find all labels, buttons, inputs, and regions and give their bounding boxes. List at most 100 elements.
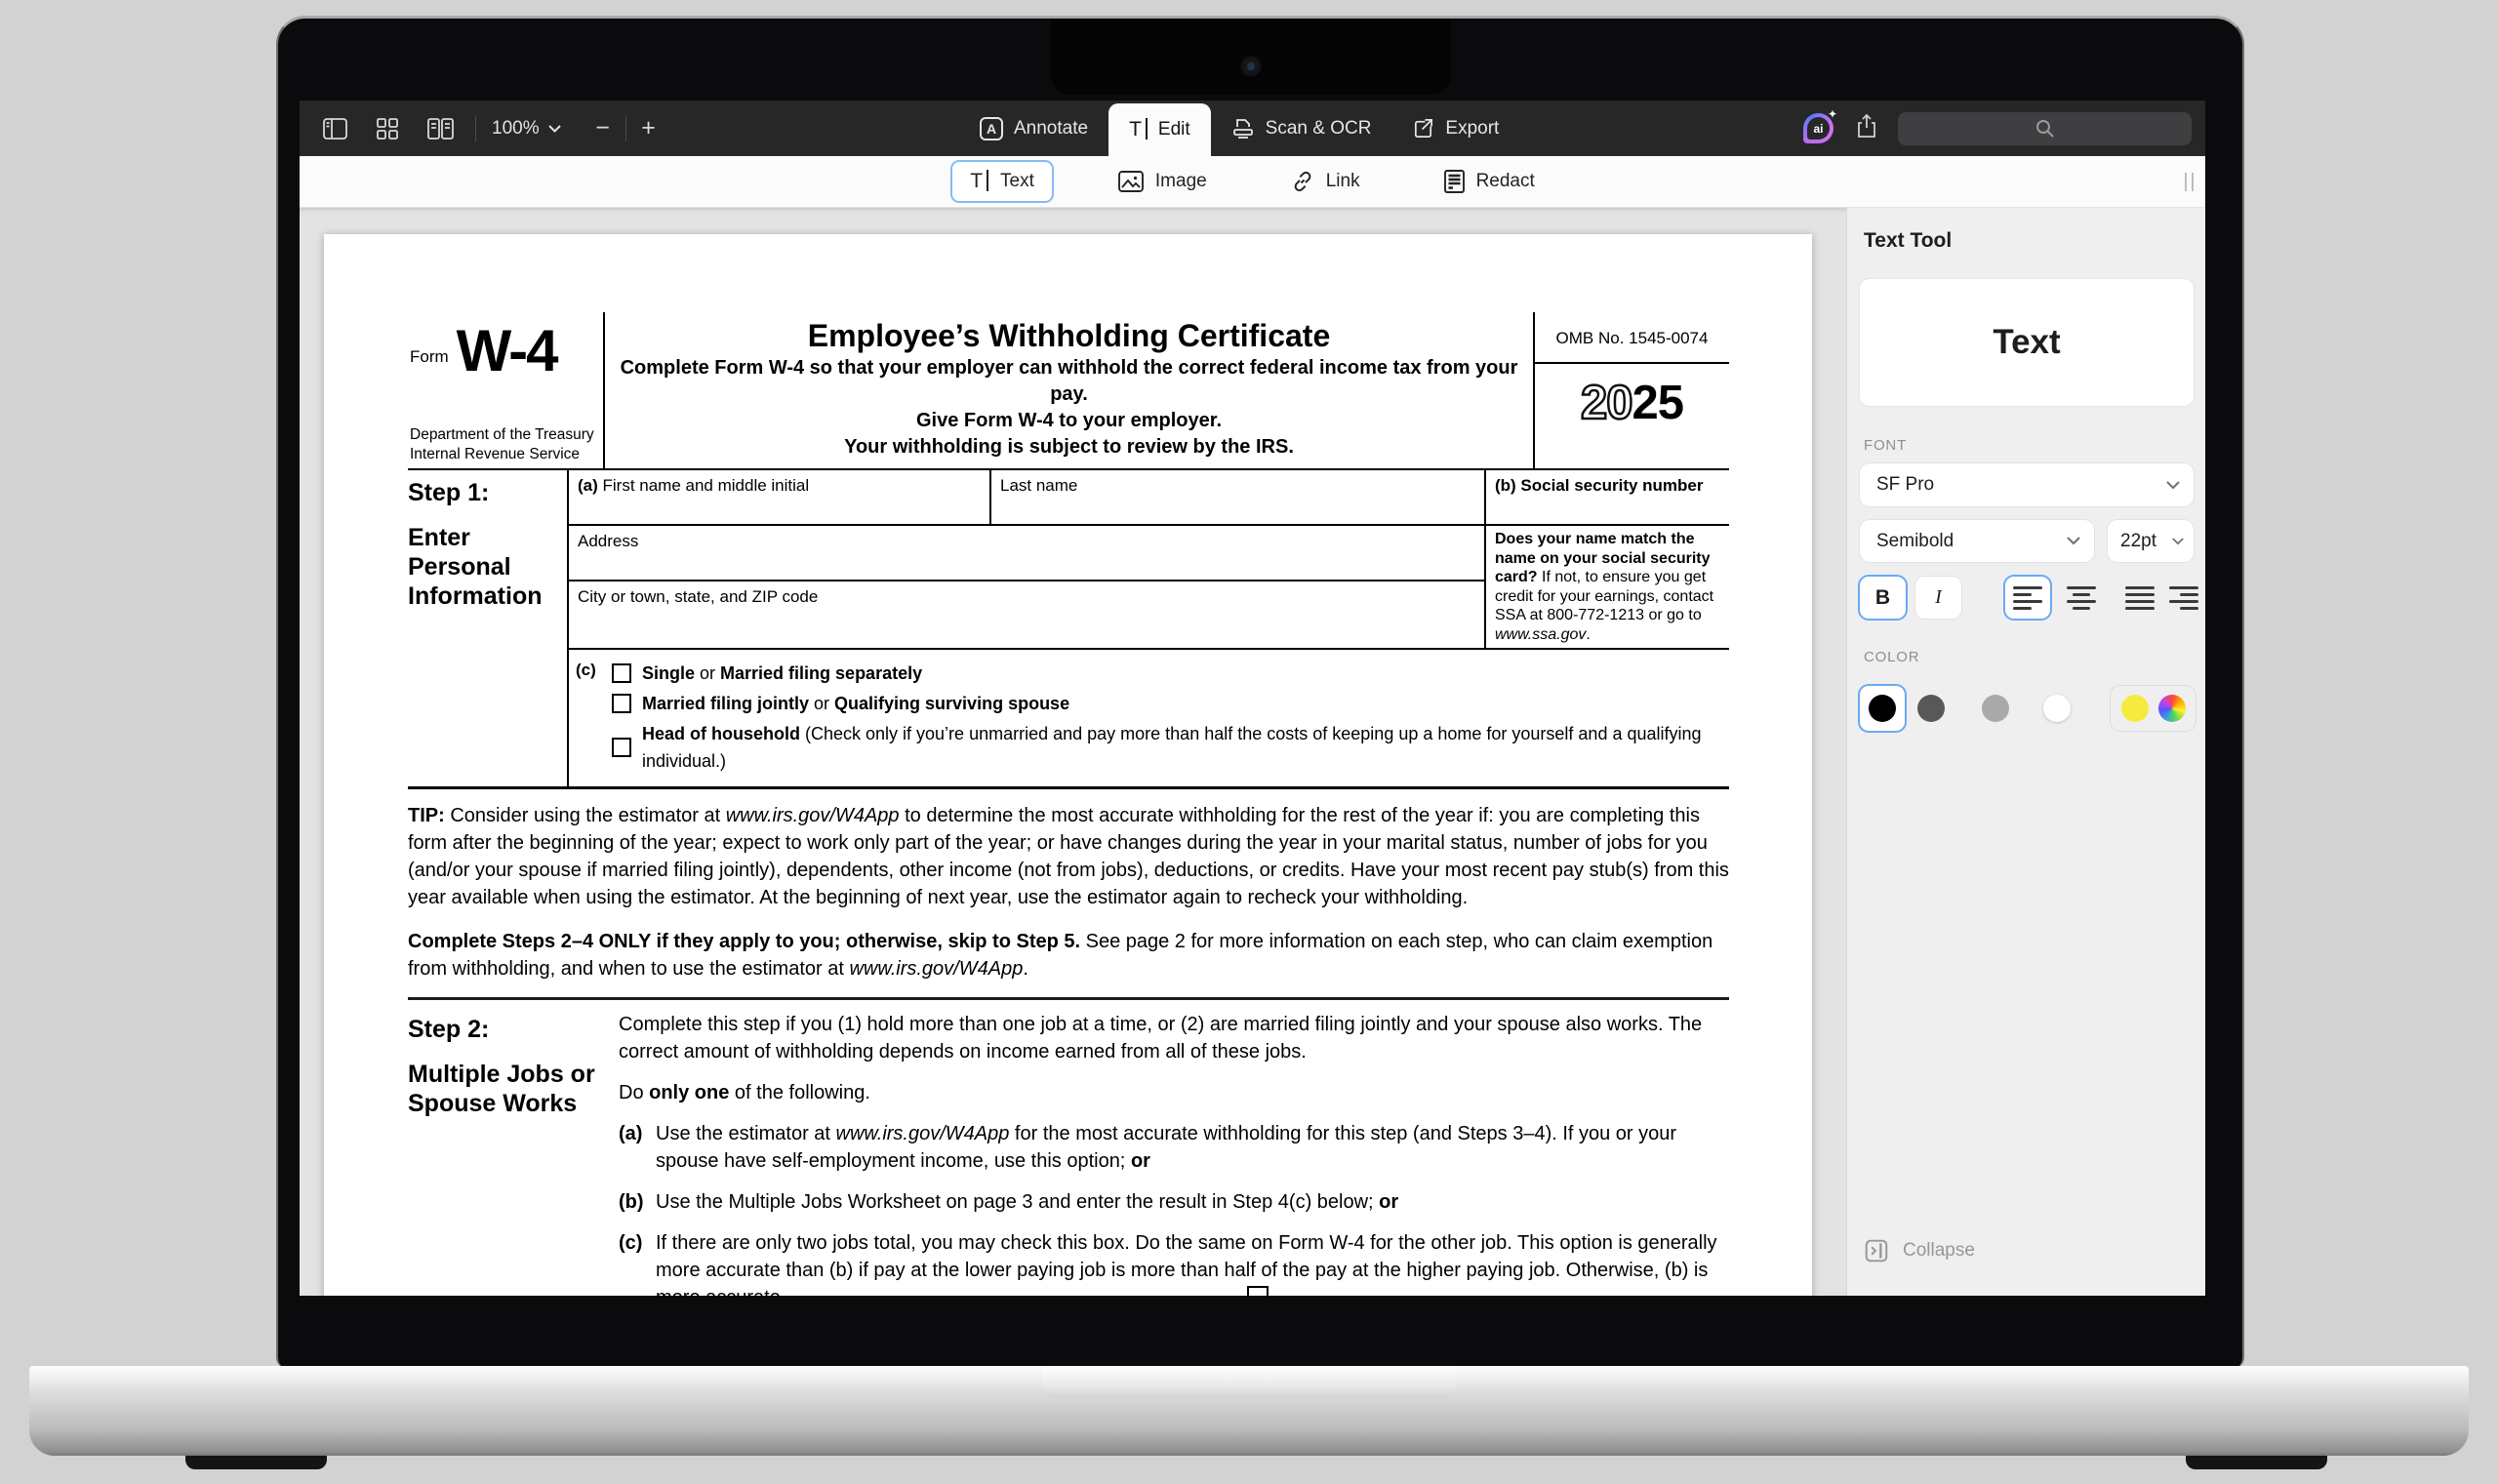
align-center-icon: [2067, 586, 2096, 610]
tab-annotate[interactable]: A Annotate: [959, 100, 1108, 156]
steps-2-4-note: Complete Steps 2–4 ONLY if they apply to…: [408, 928, 1729, 983]
zoom-out-button[interactable]: −: [586, 114, 620, 142]
reading-view-icon[interactable]: [421, 109, 460, 148]
zoom-in-button[interactable]: +: [632, 114, 665, 142]
address-field[interactable]: Address: [569, 526, 1484, 582]
form-word: Form: [410, 343, 449, 377]
collapse-icon: [1864, 1238, 1889, 1263]
color-swatch-white[interactable]: [2043, 695, 2071, 722]
color-swatch-black-selected[interactable]: [1860, 686, 1905, 731]
w4-form: Form W-4 Department of the Treasury Inte…: [408, 312, 1729, 1296]
form-subtitle2: Give Form W-4 to your employer.: [617, 408, 1521, 434]
filing-status-options: (c) Single or Married filing separately: [569, 650, 1729, 786]
ai-assistant-icon[interactable]: ai✦: [1803, 113, 1833, 143]
text-style-preview[interactable]: Text: [1860, 279, 2194, 406]
text-tool-panel: Text Tool Text FONT SF Pro Semibold: [1846, 208, 2205, 1296]
text-cursor-icon: T: [970, 170, 988, 193]
collapse-button[interactable]: Collapse: [1864, 1238, 1975, 1263]
view-controls: 100% − +: [315, 100, 665, 156]
laptop-notch: [1051, 19, 1451, 95]
laptop-lid-groove: [1042, 1366, 1457, 1399]
tool-image[interactable]: Image: [1099, 161, 1227, 202]
city-field[interactable]: City or town, state, and ZIP code: [569, 582, 1484, 642]
export-icon: [1412, 117, 1434, 140]
color-section-label: COLOR: [1864, 649, 1919, 665]
tab-export[interactable]: Export: [1391, 100, 1519, 156]
laptop-camera-icon: [1240, 56, 1262, 77]
share-icon[interactable]: [1855, 113, 1878, 143]
tool-text[interactable]: T Text: [950, 160, 1054, 203]
tip-paragraph: TIP: Consider using the estimator at www…: [408, 802, 1729, 911]
black-swatch-icon: [1869, 695, 1896, 722]
married-jointly-checkbox[interactable]: [612, 694, 631, 713]
dept-line2: Internal Revenue Service: [410, 445, 597, 464]
step1-label: Step 1:: [408, 478, 567, 507]
tool-link[interactable]: Link: [1271, 160, 1380, 203]
step2-item-c: (c) If there are only two jobs total, yo…: [619, 1229, 1729, 1296]
image-icon: [1118, 171, 1144, 192]
italic-button[interactable]: I: [1915, 577, 1961, 619]
toolbar-divider: [475, 116, 476, 141]
font-size-select[interactable]: 22pt: [2108, 520, 2194, 562]
tab-scan-ocr[interactable]: Scan & OCR: [1211, 100, 1392, 156]
form-number: W-4: [457, 326, 557, 377]
font-style-select[interactable]: Semibold: [1860, 520, 2094, 562]
align-right-icon: [2169, 586, 2198, 610]
align-left-button[interactable]: [2005, 577, 2050, 619]
align-justify-button[interactable]: [2117, 577, 2162, 619]
panel-resize-handle[interactable]: [2185, 173, 2194, 191]
align-justify-icon: [2125, 586, 2155, 610]
single-checkbox[interactable]: [612, 663, 631, 683]
mode-tabs: A Annotate T Edit Scan & OCR: [959, 100, 1519, 156]
ssn-match-note: Does your name match the name on your so…: [1484, 526, 1729, 648]
main-toolbar: 100% − + A Annotate T Edit: [300, 100, 2205, 156]
pdf-page[interactable]: Form W-4 Department of the Treasury Inte…: [324, 234, 1812, 1296]
form-year: 2025: [1543, 372, 1721, 428]
tab-edit[interactable]: T Edit: [1108, 103, 1211, 156]
color-swatch-gray[interactable]: [1982, 695, 2009, 722]
c-marker: (c): [569, 657, 612, 778]
align-center-button[interactable]: [2059, 577, 2104, 619]
form-header: Form W-4 Department of the Treasury Inte…: [408, 312, 1729, 470]
step2-do-only: Do only one of the following.: [619, 1079, 1729, 1106]
laptop-foot: [185, 1456, 327, 1469]
bold-button[interactable]: B: [1860, 577, 1906, 619]
color-swatch-yellow[interactable]: [2121, 695, 2149, 722]
chevron-down-icon: [2172, 538, 2184, 545]
dept-line1: Department of the Treasury: [410, 425, 597, 445]
edit-subtoolbar: T Text Image Link: [300, 156, 2205, 208]
chevron-down-icon: [2067, 537, 2080, 545]
form-subtitle3: Your withholding is subject to review by…: [617, 434, 1521, 461]
chevron-down-icon: [2166, 481, 2180, 490]
sidebar-toggle-icon[interactable]: [315, 109, 354, 148]
laptop-base: [29, 1366, 2469, 1456]
document-area: Form W-4 Department of the Treasury Inte…: [300, 208, 1846, 1296]
two-jobs-checkbox[interactable]: [1247, 1286, 1269, 1296]
first-name-field[interactable]: (a) First name and middle initial: [569, 470, 991, 524]
step2-intro: Complete this step if you (1) hold more …: [619, 1011, 1729, 1065]
toolbar-right: ai✦: [1803, 100, 2192, 156]
head-of-household-checkbox[interactable]: [612, 738, 631, 757]
step1-section: Step 1: Enter Personal Information (a) F…: [408, 470, 1729, 789]
form-title: Employee’s Withholding Certificate: [617, 316, 1521, 355]
color-wheel-icon[interactable]: [2158, 695, 2186, 722]
last-name-field[interactable]: Last name: [991, 470, 1484, 524]
filing-option-single: Single or Married filing separately: [612, 660, 1729, 687]
ssn-field[interactable]: (b) Social security number: [1484, 470, 1729, 524]
main-content: Form W-4 Department of the Treasury Inte…: [300, 208, 2205, 1296]
align-right-button[interactable]: [2161, 577, 2205, 619]
zoom-control[interactable]: 100%: [492, 118, 561, 140]
toolbar-divider: [625, 116, 626, 141]
font-section-label: FONT: [1864, 437, 1907, 454]
text-cursor-icon: T: [1129, 118, 1148, 141]
thumbnails-icon[interactable]: [368, 109, 407, 148]
font-family-select[interactable]: SF Pro: [1860, 463, 2194, 506]
link-icon: [1291, 170, 1314, 193]
align-left-icon: [2013, 586, 2042, 610]
tool-redact[interactable]: Redact: [1425, 160, 1554, 203]
search-input[interactable]: [1898, 112, 2192, 145]
scan-icon: [1231, 117, 1255, 140]
laptop-frame: 100% − + A Annotate T Edit: [276, 16, 2244, 1369]
color-swatch-dark-gray[interactable]: [1917, 695, 1945, 722]
desktop-background: 100% − + A Annotate T Edit: [0, 0, 2498, 1484]
